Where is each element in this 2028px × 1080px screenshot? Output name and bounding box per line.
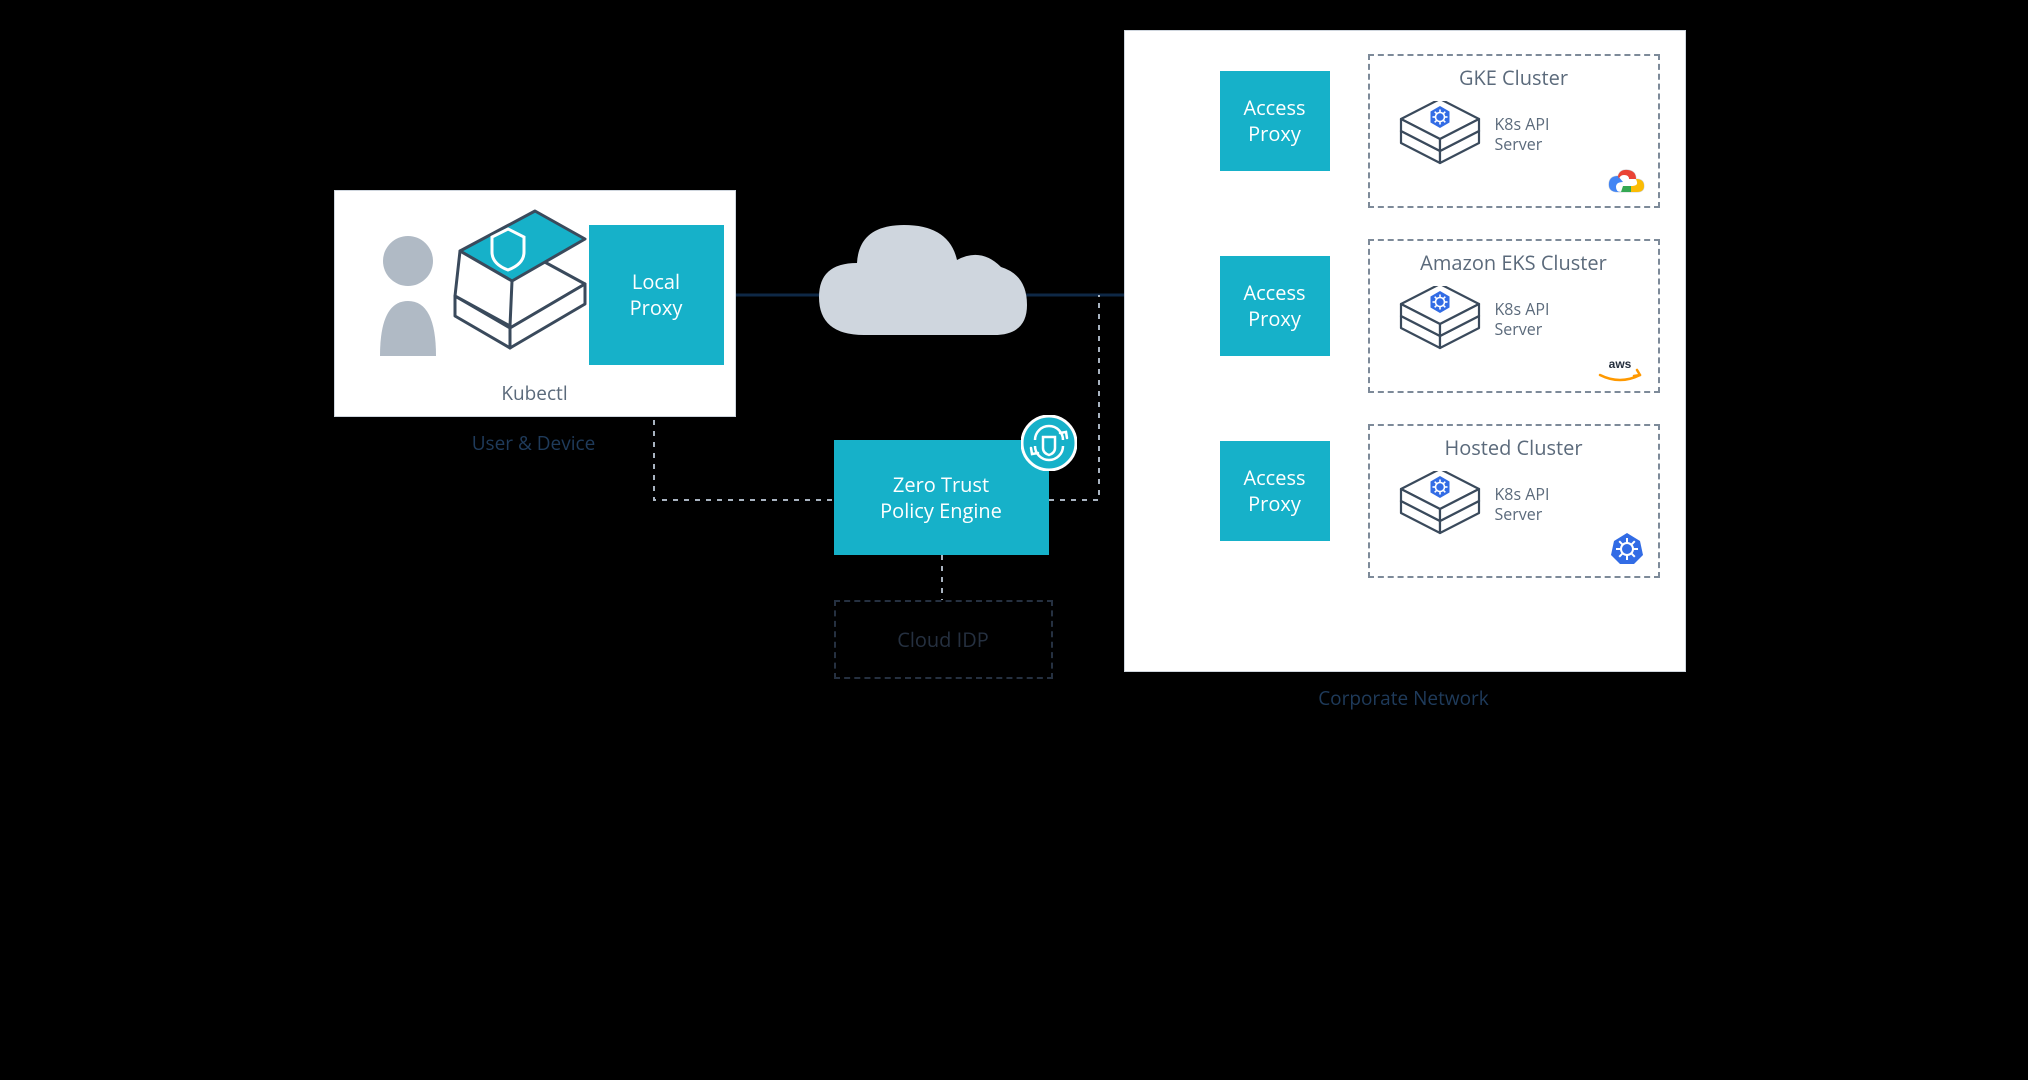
k8s-api-label-1: K8s API Server <box>1495 114 1550 154</box>
corporate-network-panel: Access Proxy GKE Cluster <box>1124 30 1686 672</box>
k8s-api-label-3: K8s API Server <box>1495 484 1550 524</box>
cloud-idp-label: Cloud IDP <box>897 626 989 653</box>
policy-engine-box: Zero Trust Policy Engine <box>834 440 1049 555</box>
user-laptop-icon <box>360 206 590 386</box>
cloud-icon <box>809 205 1034 355</box>
cluster-box-eks: Amazon EKS Cluster <box>1368 239 1660 393</box>
k8s-api-label-2: K8s API Server <box>1495 299 1550 339</box>
architecture-diagram: Kubectl User & Device Local Proxy Zero T… <box>254 0 1775 810</box>
policy-engine-badge-icon <box>1021 415 1077 471</box>
cluster-box-gke: GKE Cluster <box>1368 54 1660 208</box>
access-proxy-box-3: Access Proxy <box>1220 441 1330 541</box>
cluster-box-hosted: Hosted Cluster <box>1368 424 1660 578</box>
local-proxy-box: Local Proxy <box>589 225 724 365</box>
access-proxy-box-2: Access Proxy <box>1220 256 1330 356</box>
user-device-caption: User & Device <box>334 430 734 456</box>
corporate-network-caption: Corporate Network <box>1124 685 1684 711</box>
server-icon <box>1395 471 1485 536</box>
server-icon <box>1395 101 1485 166</box>
kubernetes-icon <box>1610 532 1644 566</box>
cluster-title-eks: Amazon EKS Cluster <box>1370 249 1658 276</box>
access-proxy-box-1: Access Proxy <box>1220 71 1330 171</box>
cluster-title-gke: GKE Cluster <box>1370 64 1658 91</box>
kubectl-label: Kubectl <box>335 380 735 406</box>
gcp-icon <box>1606 166 1646 198</box>
cloud-idp-box: Cloud IDP <box>834 600 1053 679</box>
cluster-title-hosted: Hosted Cluster <box>1370 434 1658 461</box>
svg-text:aws: aws <box>1608 357 1631 371</box>
aws-icon: aws <box>1594 355 1646 385</box>
server-icon <box>1395 286 1485 351</box>
